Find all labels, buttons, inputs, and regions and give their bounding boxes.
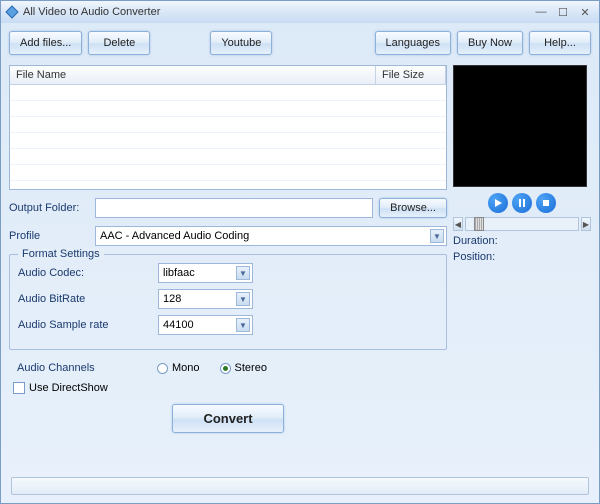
audio-bitrate-label: Audio BitRate [18, 293, 158, 305]
languages-button[interactable]: Languages [375, 31, 451, 55]
profile-value: AAC - Advanced Audio Coding [100, 230, 249, 242]
position-label: Position: [453, 251, 591, 263]
table-header: File Name File Size [10, 66, 446, 85]
output-folder-row: Output Folder: Browse... [9, 198, 447, 218]
column-header-filename[interactable]: File Name [10, 66, 376, 84]
table-row [10, 133, 446, 149]
media-controls [453, 193, 591, 213]
seek-right-button[interactable]: ▶ [581, 217, 591, 231]
add-files-button[interactable]: Add files... [9, 31, 82, 55]
directshow-checkbox[interactable] [13, 382, 25, 394]
chevron-down-icon: ▼ [236, 318, 250, 332]
audio-codec-row: Audio Codec: libfaac ▼ [18, 263, 438, 283]
browse-button[interactable]: Browse... [379, 198, 447, 218]
mono-label: Mono [172, 362, 200, 374]
right-column: ◀ ▶ Duration: Position: [453, 65, 591, 433]
table-body [10, 85, 446, 181]
buy-now-button[interactable]: Buy Now [457, 31, 523, 55]
mono-radio[interactable]: Mono [157, 362, 200, 374]
progress-bar [11, 477, 589, 495]
stop-icon [542, 199, 550, 207]
audio-sample-label: Audio Sample rate [18, 319, 158, 331]
youtube-button[interactable]: Youtube [210, 31, 272, 55]
main-content: Add files... Delete Youtube Languages Bu… [1, 23, 599, 441]
seek-slider[interactable] [465, 217, 579, 231]
close-button[interactable]: ✕ [575, 4, 595, 20]
stop-button[interactable] [536, 193, 556, 213]
directshow-label: Use DirectShow [29, 382, 108, 394]
table-row [10, 117, 446, 133]
stereo-label: Stereo [235, 362, 267, 374]
video-preview [453, 65, 587, 187]
profile-select[interactable]: AAC - Advanced Audio Coding ▼ [95, 226, 447, 246]
window-title: All Video to Audio Converter [23, 6, 531, 18]
chevron-down-icon: ▼ [236, 292, 250, 306]
play-icon [494, 199, 502, 207]
table-row [10, 165, 446, 181]
table-row [10, 149, 446, 165]
table-row [10, 85, 446, 101]
window-controls: — ☐ ✕ [531, 4, 595, 20]
help-button[interactable]: Help... [529, 31, 591, 55]
audio-codec-select[interactable]: libfaac ▼ [158, 263, 253, 283]
audio-channels-row: Audio Channels Mono Stereo [17, 362, 447, 374]
format-settings-group: Format Settings Audio Codec: libfaac ▼ A… [9, 254, 447, 350]
app-icon [5, 5, 19, 19]
seek-thumb[interactable] [474, 217, 484, 231]
play-button[interactable] [488, 193, 508, 213]
radio-icon [220, 363, 231, 374]
audio-sample-row: Audio Sample rate 44100 ▼ [18, 315, 438, 335]
titlebar: All Video to Audio Converter — ☐ ✕ [1, 1, 599, 23]
chevron-down-icon: ▼ [430, 229, 444, 243]
delete-button[interactable]: Delete [88, 31, 150, 55]
format-settings-legend: Format Settings [18, 248, 104, 260]
convert-button[interactable]: Convert [172, 404, 283, 433]
radio-icon [157, 363, 168, 374]
audio-sample-select[interactable]: 44100 ▼ [158, 315, 253, 335]
app-window: All Video to Audio Converter — ☐ ✕ Add f… [0, 0, 600, 504]
pause-icon [518, 199, 526, 207]
chevron-down-icon: ▼ [236, 266, 250, 280]
directshow-row: Use DirectShow [13, 382, 447, 394]
audio-bitrate-select[interactable]: 128 ▼ [158, 289, 253, 309]
stereo-radio[interactable]: Stereo [220, 362, 267, 374]
column-header-filesize[interactable]: File Size [376, 66, 446, 84]
pause-button[interactable] [512, 193, 532, 213]
seek-left-button[interactable]: ◀ [453, 217, 463, 231]
maximize-button[interactable]: ☐ [553, 4, 573, 20]
audio-channels-label: Audio Channels [17, 362, 157, 374]
output-folder-label: Output Folder: [9, 202, 89, 214]
audio-bitrate-value: 128 [163, 293, 181, 305]
audio-bitrate-row: Audio BitRate 128 ▼ [18, 289, 438, 309]
convert-row: Convert [9, 404, 447, 433]
radio-dot-icon [223, 366, 228, 371]
left-column: File Name File Size Output Folder: [9, 65, 447, 433]
audio-codec-label: Audio Codec: [18, 267, 158, 279]
audio-sample-value: 44100 [163, 319, 194, 331]
minimize-button[interactable]: — [531, 4, 551, 20]
file-table[interactable]: File Name File Size [9, 65, 447, 190]
output-folder-input[interactable] [95, 198, 373, 218]
channels-radio-group: Mono Stereo [157, 362, 267, 374]
content-row: File Name File Size Output Folder: [9, 65, 591, 433]
duration-label: Duration: [453, 235, 591, 247]
profile-label: Profile [9, 230, 89, 242]
top-toolbar: Add files... Delete Youtube Languages Bu… [9, 31, 591, 55]
seek-slider-row: ◀ ▶ [453, 217, 591, 231]
table-row [10, 101, 446, 117]
profile-row: Profile AAC - Advanced Audio Coding ▼ [9, 226, 447, 246]
audio-codec-value: libfaac [163, 267, 195, 279]
